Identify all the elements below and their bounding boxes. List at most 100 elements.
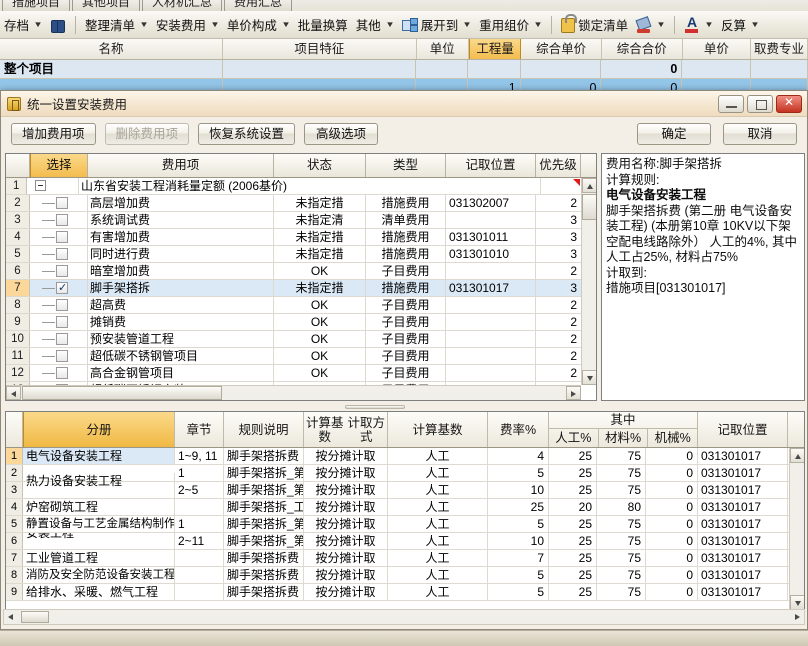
col-header-unit-price[interactable]: 单价 [683, 39, 752, 59]
collapse-minus-icon[interactable] [35, 180, 47, 191]
table-row[interactable]: 2 热力设备安装工程 1 脚手架搭拆_第 按分摊计取 人工 5 25 75 0 … [6, 465, 804, 489]
select-checkbox[interactable] [56, 350, 68, 362]
dialog-horizontal-scrollbar[interactable] [3, 609, 805, 625]
col-header-comprehensive-total[interactable]: 综合合价 [602, 39, 683, 59]
restore-system-settings-button[interactable]: 恢复系统设置 [198, 123, 296, 145]
scroll-up-arrow[interactable] [582, 178, 596, 193]
table-row[interactable]: 9 摊销费 OK 子目费用 2 [6, 314, 581, 331]
col-header-type[interactable]: 类型 [366, 154, 446, 177]
col-header-chapter[interactable]: 章节 [175, 412, 224, 447]
scrollbar-thumb-horizontal[interactable] [22, 386, 222, 400]
row-checkbox-cell[interactable] [30, 314, 88, 330]
select-checkbox[interactable] [56, 265, 68, 277]
table-row[interactable]: 6 暗室增加费 OK 子目费用 2 [6, 263, 581, 280]
chevron-down-icon[interactable]: ▼ [210, 20, 220, 29]
scroll-right-arrow[interactable] [789, 611, 803, 623]
select-checkbox[interactable] [56, 197, 68, 209]
splitter-grip[interactable] [345, 405, 405, 409]
close-icon[interactable] [776, 94, 802, 113]
col-header-machine-pct[interactable]: 机械% [648, 429, 697, 447]
tab-费用汇总[interactable]: 费用汇总 [224, 0, 293, 11]
select-checkbox-checked[interactable] [56, 280, 68, 296]
add-fee-item-button[interactable]: 增加费用项 [11, 123, 96, 145]
select-checkbox[interactable] [56, 333, 68, 345]
col-header-feature[interactable]: 项目特征 [223, 39, 417, 59]
chevron-down-icon[interactable]: ▼ [139, 20, 149, 29]
scroll-right-arrow[interactable] [566, 386, 581, 400]
maximize-icon[interactable] [747, 94, 773, 113]
toolbar-fill-color[interactable]: ▼ [632, 14, 669, 36]
chevron-down-icon[interactable]: ▼ [533, 20, 543, 29]
scrollbar-thumb-horizontal[interactable] [21, 611, 49, 623]
table-row[interactable]: 12 高合金钢管项目 OK 子目费用 2 [6, 365, 581, 382]
row-checkbox-cell[interactable] [30, 246, 88, 262]
col-header-status[interactable]: 状态 [274, 154, 366, 177]
table-row[interactable]: 8 消防及安全防范设备安装工程 脚手架搭拆费 ( 按分摊计取 人工 5 25 7… [6, 567, 804, 584]
select-checkbox[interactable] [56, 316, 68, 328]
scroll-down-arrow[interactable] [790, 595, 804, 610]
col-header-volume[interactable]: 分册 [23, 412, 175, 447]
fee-grid-horizontal-scrollbar[interactable] [6, 385, 581, 400]
col-header-rule-description[interactable]: 规则说明 [224, 412, 304, 447]
toolbar-unit-price-composition[interactable]: 单价构成 ▼ [223, 14, 294, 36]
col-header-quantity[interactable]: 工程量 [468, 39, 522, 59]
select-checkbox[interactable] [56, 214, 68, 226]
col-header-priority[interactable]: 优先级 [536, 154, 581, 177]
chevron-down-icon[interactable]: ▼ [704, 20, 714, 29]
cancel-button[interactable]: 取消 [723, 123, 797, 145]
table-row[interactable]: 1 山东省安装工程消耗量定额 (2006基价) [6, 178, 581, 195]
tab-措施项目[interactable]: 措施项目 [2, 0, 71, 11]
table-row-selected[interactable]: 1 电气设备安装工程 1~9, 11 脚手架搭拆费 ( 按分摊计取 人工 4 2… [6, 448, 804, 465]
select-checkbox[interactable] [56, 299, 68, 311]
table-row[interactable]: 4 有害增加费 未指定措 措施费用 031301011 3 [6, 229, 581, 246]
col-header-among[interactable]: 其中 [549, 412, 697, 429]
col-header-record-position[interactable]: 记取位置 [698, 412, 788, 447]
chevron-down-icon[interactable]: ▼ [750, 20, 760, 29]
table-row[interactable]: 5 静置设备与工艺金属结构制作安装工程 1 脚手架搭拆_第 按分摊计取 人工 5… [6, 516, 804, 533]
table-row[interactable]: 5 同时进行费 未指定措 措施费用 031301010 3 [6, 246, 581, 263]
ok-button[interactable]: 确定 [637, 123, 711, 145]
col-header-name[interactable]: 名称 [0, 39, 224, 59]
toolbar-organize-list[interactable]: 整理清单 ▼ [81, 14, 152, 36]
toolbar-find[interactable] [46, 14, 70, 36]
toolbar-expand-to[interactable]: 展开到 ▼ [398, 14, 475, 36]
select-checkbox[interactable] [56, 231, 68, 243]
row-checkbox-cell[interactable] [30, 331, 88, 347]
row-checkbox-cell[interactable] [30, 212, 88, 228]
row-checkbox-cell[interactable] [30, 297, 88, 313]
col-header-record-position[interactable]: 记取位置 [446, 154, 536, 177]
col-header-basis-method[interactable]: 计算基数 计取方式 [304, 412, 388, 447]
toolbar-other[interactable]: 其他 ▼ [352, 14, 398, 36]
scroll-down-arrow[interactable] [582, 370, 596, 385]
table-row[interactable]: 2 高层增加费 未指定措 措施费用 031302007 2 [6, 195, 581, 212]
col-header-material-pct[interactable]: 材料% [599, 429, 649, 447]
table-row[interactable]: 整个项目 0 [0, 60, 808, 79]
scroll-left-arrow[interactable] [6, 386, 21, 400]
tab-人材机汇总[interactable]: 人材机汇总 [142, 0, 223, 11]
chevron-down-icon[interactable]: ▼ [462, 20, 472, 29]
toolbar-font-color[interactable]: A ▼ [680, 14, 717, 36]
row-checkbox-cell[interactable] [30, 195, 88, 211]
col-header-labor-pct[interactable]: 人工% [549, 429, 599, 447]
select-checkbox[interactable] [56, 248, 68, 260]
col-header-fee-item[interactable]: 费用项 [88, 154, 274, 177]
col-header-comprehensive-unit-price[interactable]: 综合单价 [521, 39, 602, 59]
table-row[interactable]: 3 系统调试费 未指定清 清单费用 3 [6, 212, 581, 229]
table-row[interactable]: 11 超低碳不锈钢管项目 OK 子目费用 2 [6, 348, 581, 365]
scroll-up-arrow[interactable] [790, 448, 804, 463]
row-checkbox-cell[interactable] [30, 229, 88, 245]
chevron-down-icon[interactable]: ▼ [656, 20, 666, 29]
col-header-rate[interactable]: 费率% [488, 412, 549, 447]
table-row-selected[interactable]: 7 脚手架搭拆 未指定措 措施费用 031301017 3 [6, 280, 581, 297]
select-checkbox[interactable] [56, 367, 68, 379]
toolbar-lock-list[interactable]: 锁定清单 [557, 14, 632, 36]
col-header-select[interactable]: 选择 [30, 154, 88, 177]
table-row[interactable]: 10 预安装管道工程 OK 子目费用 2 [6, 331, 581, 348]
chevron-down-icon[interactable]: ▼ [33, 20, 43, 29]
col-header-fee-profession[interactable]: 取费专业 [751, 39, 808, 59]
row-checkbox-cell[interactable] [30, 263, 88, 279]
chevron-down-icon[interactable]: ▼ [281, 20, 291, 29]
dialog-title-bar[interactable]: 统一设置安装费用 [1, 91, 807, 117]
rule-grid-vertical-scrollbar[interactable] [789, 448, 804, 610]
table-row[interactable]: 8 超高费 OK 子目费用 2 [6, 297, 581, 314]
